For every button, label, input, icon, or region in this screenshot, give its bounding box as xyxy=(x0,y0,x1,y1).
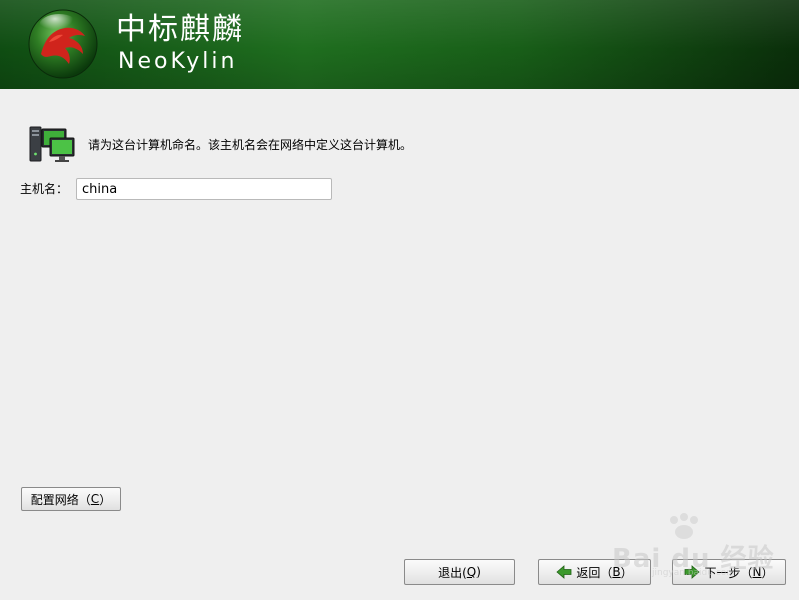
arrow-right-icon xyxy=(685,565,701,579)
back-close: ） xyxy=(620,565,633,580)
hostname-input[interactable] xyxy=(76,178,332,200)
installer-header: 中标麒麟 NeoKylin xyxy=(0,0,799,89)
configure-network-label: 配置网络（ xyxy=(30,492,91,507)
next-button[interactable]: 下一步（ N） xyxy=(672,559,786,585)
brand-name-chinese: 中标麒麟 xyxy=(116,12,244,47)
computer-network-icon xyxy=(29,126,75,162)
brand-name-english: NeoKylin xyxy=(118,49,238,74)
hostname-label: 主机名： xyxy=(20,182,69,196)
back-button[interactable]: 返回（ B） xyxy=(538,559,651,585)
paw-print-icon xyxy=(670,513,698,539)
configure-network-button[interactable]: 配置网络（ C） xyxy=(21,487,121,511)
next-close: ） xyxy=(761,565,774,580)
configure-network-mnemonic: C xyxy=(90,492,100,506)
quit-button[interactable]: 退出(Q) xyxy=(404,559,515,585)
back-mnemonic: B xyxy=(612,565,621,579)
quit-label: 退出( xyxy=(438,565,467,580)
quit-close: ) xyxy=(476,565,481,579)
hostname-instructions: 请为这台计算机命名。该主机名会在网络中定义这台计算机。 xyxy=(88,138,413,152)
kylin-logo-icon xyxy=(28,9,98,79)
next-label: 下一步（ xyxy=(704,565,753,580)
quit-mnemonic: Q xyxy=(466,565,477,579)
next-mnemonic: N xyxy=(752,565,762,579)
arrow-left-icon xyxy=(556,565,572,579)
back-label: 返回（ xyxy=(576,565,613,580)
configure-network-close: ） xyxy=(99,492,112,507)
